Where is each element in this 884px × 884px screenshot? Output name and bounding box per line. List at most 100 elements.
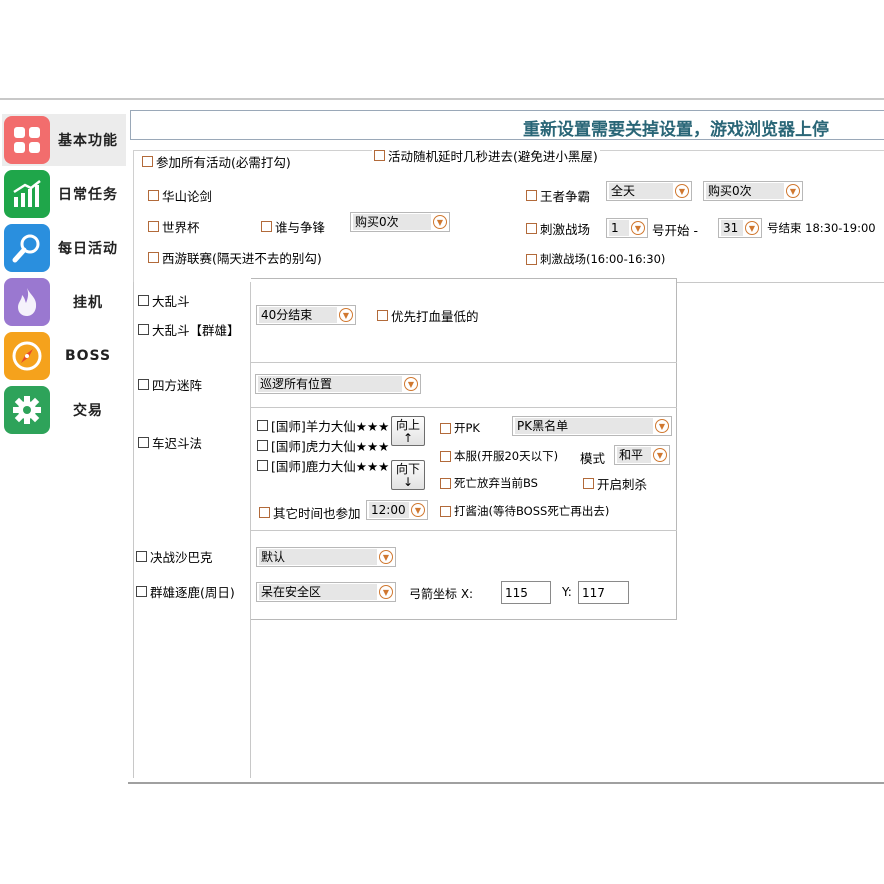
checkbox-box[interactable]	[148, 190, 159, 201]
chevron-down-icon[interactable]: ▼	[786, 184, 800, 198]
checkbox-box[interactable]	[526, 253, 537, 265]
pk-list-select[interactable]: PK黑名单 ▼	[512, 416, 672, 436]
checkbox-box[interactable]	[138, 324, 149, 335]
open-pk-checkbox[interactable]: 开PK	[440, 420, 480, 436]
chevron-down-icon[interactable]: ▼	[379, 550, 393, 564]
select-value: 12:00	[369, 502, 409, 518]
checkbox-box[interactable]	[138, 379, 149, 390]
sidebar-item-basic[interactable]: 基本功能	[2, 114, 126, 166]
mode-select[interactable]: 和平 ▼	[614, 445, 670, 465]
sidebar-item-idle[interactable]: 挂机	[2, 276, 126, 328]
soy-checkbox[interactable]: 打酱油(等待BOSS死亡再出去)	[440, 503, 609, 519]
thrill-checkbox[interactable]: 刺激战场	[526, 219, 590, 238]
chevron-down-icon[interactable]: ▼	[404, 377, 418, 391]
arrow-up-icon: ↑	[402, 431, 414, 445]
checkbox-box[interactable]	[148, 221, 159, 232]
checkbox-box[interactable]	[440, 450, 451, 462]
chevron-down-icon[interactable]: ▼	[675, 184, 689, 198]
deer-checkbox[interactable]: 群雄逐鹿(周日)	[136, 582, 235, 601]
checkbox-box[interactable]	[138, 437, 149, 448]
open-kill-checkbox[interactable]: 开启刺杀	[583, 474, 647, 493]
master-item[interactable]: [国师]虎力大仙★★★	[257, 436, 389, 455]
checkbox-box[interactable]	[377, 310, 388, 321]
this-server-checkbox[interactable]: 本服(开服20天以下)	[440, 448, 558, 464]
sidebar-item-label: 日常任务	[58, 187, 118, 203]
move-down-button[interactable]: 向下 ↓	[391, 460, 425, 490]
sidebar-item-activity[interactable]: 每日活动	[2, 222, 126, 274]
time-select[interactable]: 12:00 ▼	[366, 500, 428, 520]
brawl-end-select[interactable]: 40分结束 ▼	[256, 305, 356, 325]
buy-times-select[interactable]: 购买0次 ▼	[350, 212, 450, 232]
master-item[interactable]: [国师]鹿力大仙★★★	[257, 456, 389, 475]
checkbox-label: 活动随机延时几秒进去(避免进小黑屋)	[388, 149, 598, 164]
divider	[251, 362, 677, 363]
thrill-end-select[interactable]: 31 ▼	[718, 218, 762, 238]
chevron-down-icon[interactable]: ▼	[631, 221, 645, 235]
checkbox-label: 谁与争锋	[275, 220, 326, 235]
chevron-down-icon[interactable]: ▼	[655, 419, 669, 433]
random-delay-checkbox[interactable]: 活动随机延时几秒进去(避免进小黑屋)	[372, 146, 600, 165]
death-quit-checkbox[interactable]: 死亡放弃当前BS	[440, 475, 538, 491]
checkbox-box[interactable]	[440, 505, 451, 517]
huashan-checkbox[interactable]: 华山论剑	[148, 186, 212, 205]
checkbox-label: 大乱斗	[152, 294, 190, 309]
move-up-button[interactable]: 向上 ↑	[391, 416, 425, 446]
brawl-hero-checkbox[interactable]: 大乱斗【群雄】	[138, 320, 240, 339]
maze-checkbox[interactable]: 四方迷阵	[138, 375, 202, 394]
chevron-down-icon[interactable]: ▼	[653, 448, 667, 462]
chevron-down-icon[interactable]: ▼	[411, 503, 425, 517]
king-buy-select[interactable]: 购买0次 ▼	[703, 181, 803, 201]
master-item[interactable]: [国师]羊力大仙★★★	[257, 416, 389, 435]
checkbox-box[interactable]	[583, 478, 594, 489]
low-hp-checkbox[interactable]: 优先打血量低的	[377, 306, 479, 325]
world-cup-checkbox[interactable]: 世界杯	[148, 217, 200, 236]
sidebar-item-boss[interactable]: BOSS	[2, 330, 126, 382]
checkbox-box[interactable]	[374, 150, 385, 161]
patrol-select[interactable]: 巡逻所有位置 ▼	[255, 374, 421, 394]
shabak-mode-select[interactable]: 默认 ▼	[256, 547, 396, 567]
checkbox-box[interactable]	[136, 586, 147, 597]
thrill-start-select[interactable]: 1 ▼	[606, 218, 648, 238]
x-coord-input[interactable]: 115	[501, 581, 551, 604]
chevron-down-icon[interactable]: ▼	[433, 215, 447, 229]
sidebar-item-daily[interactable]: 日常任务	[2, 168, 126, 220]
join-all-checkbox[interactable]: 参加所有活动(必需打勾)	[142, 152, 291, 171]
who-compete-checkbox[interactable]: 谁与争锋	[261, 217, 325, 236]
magnifier-icon	[4, 224, 50, 272]
checkbox-label: 西游联赛(隔天进不去的别勾)	[162, 251, 322, 266]
checkbox-box[interactable]	[148, 252, 159, 263]
xiyou-checkbox[interactable]: 西游联赛(隔天进不去的别勾)	[148, 248, 322, 267]
brawl-checkbox[interactable]: 大乱斗	[138, 291, 190, 310]
checkbox-box[interactable]	[526, 190, 537, 201]
checkbox-box[interactable]	[440, 422, 451, 434]
king-time-select[interactable]: 全天 ▼	[606, 181, 692, 201]
checkbox-box[interactable]	[257, 440, 268, 451]
checkbox-label: 开PK	[454, 421, 480, 435]
checkbox-box[interactable]	[136, 551, 147, 562]
checkbox-box[interactable]	[257, 460, 268, 471]
checkbox-label: [国师]鹿力大仙★★★	[271, 459, 390, 474]
checkbox-box[interactable]	[526, 223, 537, 234]
checkbox-box[interactable]	[261, 221, 272, 232]
checkbox-box[interactable]	[440, 477, 451, 489]
select-value: 40分结束	[259, 307, 337, 323]
chevron-down-icon[interactable]: ▼	[745, 221, 759, 235]
safe-zone-select[interactable]: 呆在安全区 ▼	[256, 582, 396, 602]
y-coord-input[interactable]: 117	[578, 581, 629, 604]
other-time-checkbox[interactable]: 其它时间也参加	[259, 503, 361, 522]
shabak-checkbox[interactable]: 决战沙巴克	[136, 547, 213, 566]
checkbox-box[interactable]	[142, 156, 153, 167]
checkbox-box[interactable]	[138, 295, 149, 306]
checkbox-box[interactable]	[259, 507, 270, 518]
checkbox-label: 刺激战场	[540, 222, 591, 237]
divider	[251, 407, 677, 408]
sidebar-item-trade[interactable]: 交易	[2, 384, 126, 436]
select-value: 巡逻所有位置	[258, 376, 402, 392]
chechi-checkbox[interactable]: 车迟斗法	[138, 433, 202, 452]
king-checkbox[interactable]: 王者争霸	[526, 186, 590, 205]
chevron-down-icon[interactable]: ▼	[379, 585, 393, 599]
chevron-down-icon[interactable]: ▼	[339, 308, 353, 322]
checkbox-label: 决战沙巴克	[150, 550, 213, 565]
thrill2-checkbox[interactable]: 刺激战场(16:00-16:30)	[526, 251, 665, 267]
checkbox-box[interactable]	[257, 420, 268, 431]
